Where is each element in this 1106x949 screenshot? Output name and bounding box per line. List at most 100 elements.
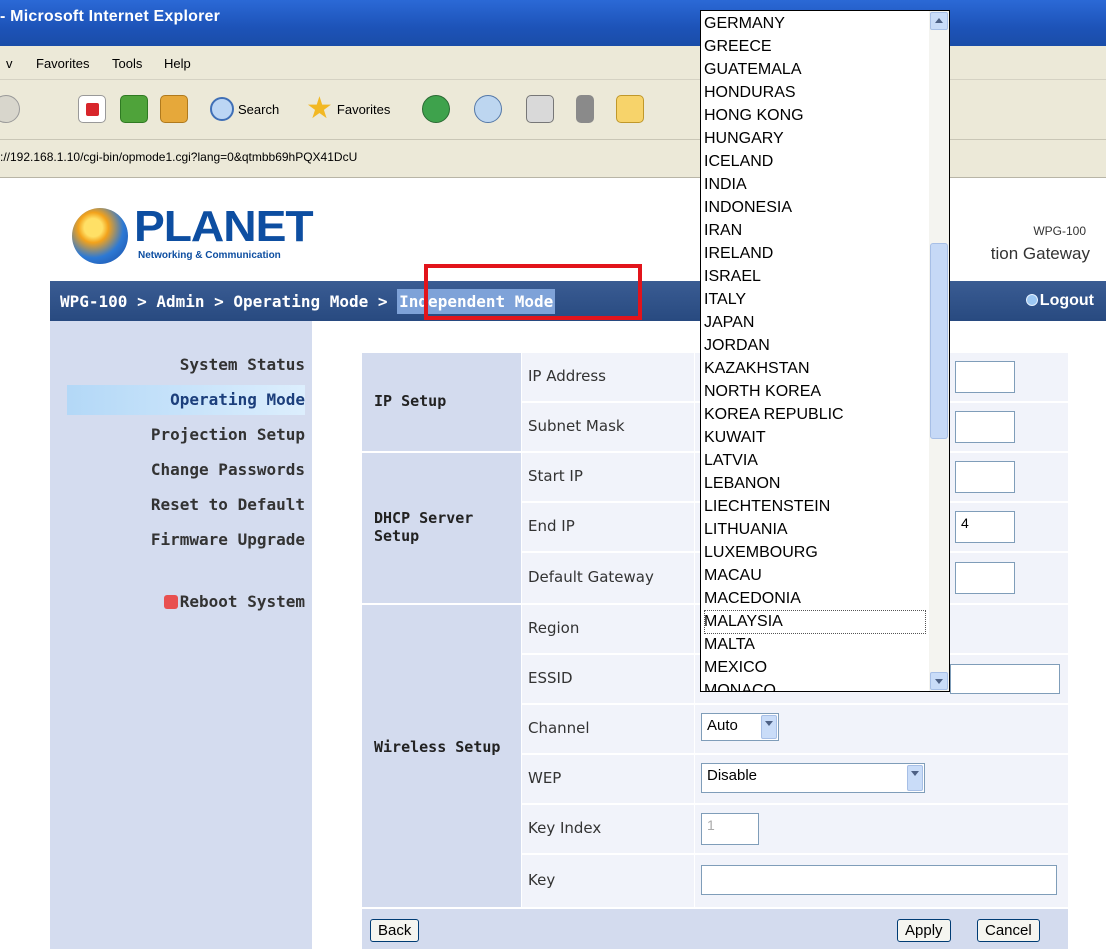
region-option-focused[interactable]: MALAYSIA: [704, 610, 926, 634]
region-option[interactable]: MONACO: [704, 679, 926, 691]
region-option[interactable]: IRAN: [704, 219, 926, 243]
mail-button[interactable]: [474, 94, 502, 124]
region-option[interactable]: HONG KONG: [704, 104, 926, 128]
edit-button[interactable]: [576, 94, 594, 124]
label-text: IP Address: [528, 367, 606, 385]
start-ip-input[interactable]: [955, 461, 1015, 493]
label-text: Key: [528, 871, 556, 889]
label-essid: ESSID: [522, 655, 694, 703]
note-icon: [616, 95, 644, 123]
region-option[interactable]: LUXEMBOURG: [704, 541, 926, 565]
label-ip-address: IP Address: [522, 353, 694, 401]
region-option[interactable]: NORTH KOREA: [704, 380, 926, 404]
sidebar-item-reset-to-default[interactable]: Reset to Default: [151, 495, 305, 514]
sidebar-item-reboot-system[interactable]: Reboot System: [163, 592, 305, 611]
region-option[interactable]: HONDURAS: [704, 81, 926, 105]
key-index-input[interactable]: 1: [701, 813, 759, 845]
home-icon: [160, 95, 188, 123]
window-title: - Microsoft Internet Explorer: [0, 8, 221, 25]
back-button[interactable]: Back: [370, 919, 420, 942]
region-option[interactable]: JAPAN: [704, 311, 926, 335]
region-option[interactable]: LEBANON: [704, 472, 926, 496]
key-input[interactable]: [701, 865, 1057, 895]
section-ip-setup: IP Setup: [362, 353, 521, 451]
sidebar-item-firmware-upgrade[interactable]: Firmware Upgrade: [151, 530, 305, 549]
favorites-button[interactable]: ★ Favorites: [306, 94, 390, 124]
essid-input[interactable]: [950, 664, 1060, 694]
mail-icon: [474, 95, 502, 123]
label-region: Region: [522, 605, 694, 653]
wep-select[interactable]: Disable: [701, 763, 925, 793]
scroll-thumb[interactable]: [930, 243, 948, 439]
planet-logo: PLANET Networking & Communication: [72, 200, 314, 270]
home-button[interactable]: [160, 94, 188, 124]
region-option[interactable]: KOREA REPUBLIC: [704, 403, 926, 427]
region-option[interactable]: ITALY: [704, 288, 926, 312]
region-option[interactable]: KUWAIT: [704, 426, 926, 450]
stop-icon: [78, 95, 106, 123]
end-ip-input[interactable]: 4: [955, 511, 1015, 543]
region-option[interactable]: LITHUANIA: [704, 518, 926, 542]
sidebar-item-change-passwords[interactable]: Change Passwords: [151, 460, 305, 479]
form-button-bar: Back Apply Cancel: [362, 909, 1068, 949]
region-option[interactable]: IRELAND: [704, 242, 926, 266]
planet-globe-icon: [72, 208, 128, 264]
region-option[interactable]: KAZAKHSTAN: [704, 357, 926, 381]
search-button[interactable]: Search: [210, 94, 279, 124]
cancel-button[interactable]: Cancel: [977, 919, 1040, 942]
apply-button[interactable]: Apply: [897, 919, 951, 942]
region-option[interactable]: HUNGARY: [704, 127, 926, 151]
region-option[interactable]: MACEDONIA: [704, 587, 926, 611]
label-text: ESSID: [528, 669, 573, 687]
menu-help[interactable]: Help: [164, 56, 191, 71]
section-title: IP Setup: [374, 392, 447, 410]
history-button[interactable]: [422, 94, 450, 124]
region-option[interactable]: GERMANY: [704, 12, 926, 36]
sidebar-item-operating-mode[interactable]: Operating Mode: [67, 385, 305, 415]
menu-favorites[interactable]: Favorites: [36, 56, 89, 71]
region-option[interactable]: LATVIA: [704, 449, 926, 473]
stop-button[interactable]: [78, 94, 106, 124]
region-option[interactable]: MALTA: [704, 633, 926, 657]
label-text: WEP: [528, 769, 562, 787]
forward-icon: [0, 95, 20, 123]
label-end-ip: End IP: [522, 503, 694, 551]
region-option[interactable]: MEXICO: [704, 656, 926, 680]
dropdown-scrollbar[interactable]: [929, 11, 949, 691]
logout-icon: [1025, 294, 1038, 306]
sidebar-item-system-status[interactable]: System Status: [180, 355, 305, 374]
ip-address-input[interactable]: [955, 361, 1015, 393]
region-dropdown-list[interactable]: GERMANY GREECE GUATEMALA HONDURAS HONG K…: [700, 10, 950, 692]
menu-view[interactable]: v: [6, 56, 13, 71]
region-option[interactable]: INDIA: [704, 173, 926, 197]
region-option[interactable]: GUATEMALA: [704, 58, 926, 82]
region-option[interactable]: ICELAND: [704, 150, 926, 174]
address-url[interactable]: ://192.168.1.10/cgi-bin/opmode1.cgi?lang…: [0, 150, 357, 164]
section-title: DHCP Server: [374, 509, 474, 527]
sidebar-item-label: Reboot System: [179, 592, 305, 611]
region-option[interactable]: INDONESIA: [704, 196, 926, 220]
value-key-index: 1: [695, 805, 1068, 853]
region-option[interactable]: GREECE: [704, 35, 926, 59]
default-gateway-input[interactable]: [955, 562, 1015, 594]
highlight-annotation: [424, 264, 642, 320]
region-option[interactable]: MACAU: [704, 564, 926, 588]
sidebar-item-projection-setup[interactable]: Projection Setup: [151, 425, 305, 444]
scroll-down-icon[interactable]: [930, 672, 948, 690]
channel-value: Auto: [707, 717, 738, 734]
label-start-ip: Start IP: [522, 453, 694, 501]
print-button[interactable]: [526, 94, 554, 124]
region-option[interactable]: ISRAEL: [704, 265, 926, 289]
menu-tools[interactable]: Tools: [112, 56, 142, 71]
logout-link[interactable]: Logout: [1025, 292, 1094, 310]
discuss-button[interactable]: [616, 94, 644, 124]
forward-button[interactable]: [0, 94, 20, 124]
section-dhcp-server: DHCP Server Setup: [362, 453, 521, 603]
region-option[interactable]: JORDAN: [704, 334, 926, 358]
channel-select[interactable]: Auto: [701, 713, 779, 741]
product-name: tion Gateway: [990, 244, 1090, 263]
subnet-mask-input[interactable]: [955, 411, 1015, 443]
region-option[interactable]: LIECHTENSTEIN: [704, 495, 926, 519]
scroll-up-icon[interactable]: [930, 12, 948, 30]
refresh-button[interactable]: [120, 94, 148, 124]
